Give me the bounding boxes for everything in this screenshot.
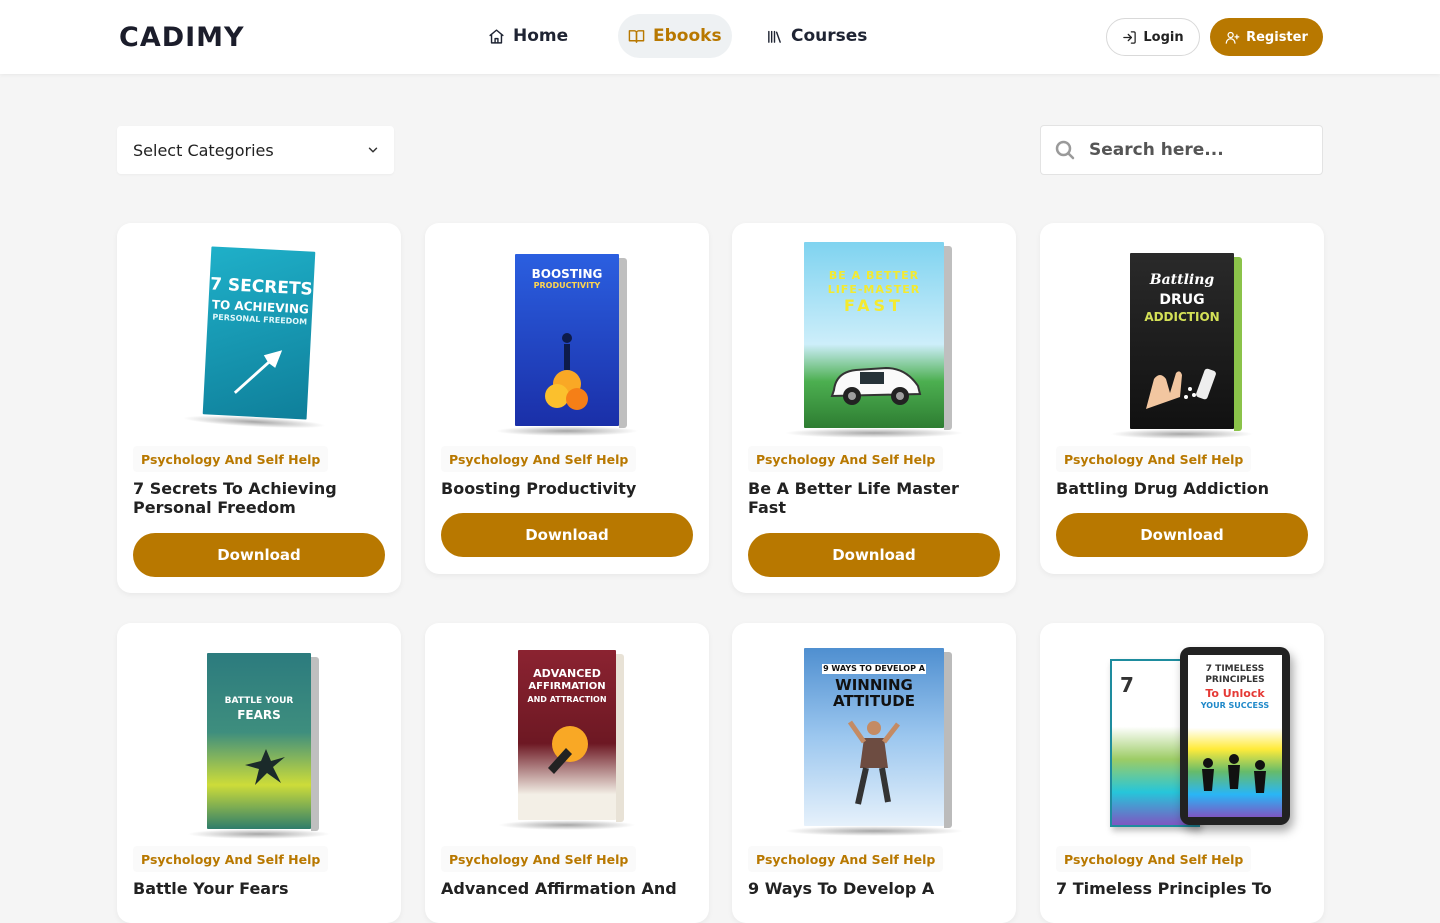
ebook-card: BATTLE YOUR FEARS Psychology And Self He…	[117, 623, 401, 923]
download-button[interactable]: Download	[748, 533, 1000, 577]
cover-line: AFFIRMATION	[528, 681, 606, 692]
category-select-value: Select Categories	[133, 140, 274, 160]
book-cover-image[interactable]: BATTLE YOUR FEARS	[117, 623, 401, 843]
ebook-title[interactable]: Boosting Productivity	[441, 479, 693, 498]
search-icon	[1055, 140, 1075, 160]
login-label: Login	[1143, 29, 1184, 45]
cover-line: WINNING ATTITUDE	[833, 676, 915, 710]
cover-line: Battling	[1149, 272, 1215, 288]
nav-home-label: Home	[513, 26, 569, 46]
login-button[interactable]: Login	[1106, 18, 1200, 56]
ebook-title[interactable]: Be A Better Life Master Fast	[748, 479, 1000, 517]
category-select[interactable]: Select Categories	[117, 126, 394, 174]
category-badge[interactable]: Psychology And Self Help	[1056, 446, 1252, 472]
category-badge[interactable]: Psychology And Self Help	[441, 446, 637, 472]
cover-line: PRODUCTIVITY	[533, 281, 601, 290]
cover-line: 7 TIMELESS	[1205, 664, 1265, 674]
cover-line: 9 WAYS TO DEVELOP A	[822, 664, 926, 675]
download-button[interactable]: Download	[1056, 513, 1308, 557]
ebook-card: BOOSTING PRODUCTIVITY Psychology And Sel…	[425, 223, 709, 574]
library-icon	[768, 30, 781, 43]
nav-courses[interactable]: Courses	[756, 14, 877, 58]
nav-home[interactable]: Home	[478, 14, 578, 58]
book-cover-image[interactable]: 7 7 TIMELESS PRINCIPLES To Unlock YOUR S…	[1040, 623, 1324, 843]
category-badge[interactable]: Psychology And Self Help	[441, 846, 637, 872]
cover-line: LIFE-MASTER	[827, 283, 921, 296]
top-navbar: CADIMY Home Ebooks Courses Login Registe…	[0, 0, 1440, 74]
cover-line: PRINCIPLES	[1205, 675, 1265, 685]
main-nav: Home Ebooks Courses	[478, 14, 867, 58]
book-cover-image[interactable]: BOOSTING PRODUCTIVITY	[425, 223, 709, 443]
cover-line: BOOSTING	[531, 267, 603, 281]
user-plus-icon	[1225, 31, 1240, 44]
cadimy-logo[interactable]: CADIMY	[119, 21, 245, 53]
cover-line: BATTLE YOUR	[224, 696, 294, 706]
ebook-title[interactable]: 7 Secrets To Achieving Personal Freedom	[133, 479, 385, 517]
book-open-icon	[628, 29, 645, 43]
search-input[interactable]	[1089, 140, 1289, 160]
ebook-card: 7 7 TIMELESS PRINCIPLES To Unlock YOUR S…	[1040, 623, 1324, 923]
cover-line: FEARS	[237, 708, 281, 722]
cover-line: BE A BETTER	[828, 269, 920, 282]
ebook-title[interactable]: 7 Timeless Principles To	[1056, 879, 1308, 898]
book-cover-image[interactable]: 9 WAYS TO DEVELOP A WINNING ATTITUDE	[732, 623, 1016, 843]
ebook-card: 7 SECRETS TO ACHIEVING PERSONAL FREEDOM …	[117, 223, 401, 593]
cover-line: YOUR SUCCESS	[1200, 701, 1270, 710]
search-box	[1040, 125, 1323, 175]
download-button[interactable]: Download	[441, 513, 693, 557]
book-cover-image[interactable]: 7 SECRETS TO ACHIEVING PERSONAL FREEDOM	[117, 223, 401, 443]
nav-ebooks[interactable]: Ebooks	[618, 14, 732, 58]
category-badge[interactable]: Psychology And Self Help	[133, 846, 329, 872]
ebook-card: ADVANCED AFFIRMATION AND ATTRACTION Psyc…	[425, 623, 709, 923]
ebook-card: BE A BETTER LIFE-MASTER FAST Psychology …	[732, 223, 1016, 593]
category-badge[interactable]: Psychology And Self Help	[748, 846, 944, 872]
book-cover-image[interactable]: BE A BETTER LIFE-MASTER FAST	[732, 223, 1016, 443]
category-badge[interactable]: Psychology And Self Help	[133, 446, 329, 472]
register-button[interactable]: Register	[1210, 18, 1323, 56]
chevron-down-icon	[368, 147, 378, 153]
book-cover-image[interactable]: ADVANCED AFFIRMATION AND ATTRACTION	[425, 623, 709, 843]
ebook-title[interactable]: Advanced Affirmation And	[441, 879, 693, 898]
ebook-title[interactable]: Battling Drug Addiction	[1056, 479, 1308, 498]
login-icon	[1123, 30, 1137, 44]
nav-courses-label: Courses	[791, 26, 868, 46]
cover-line: 7 SECRETS	[209, 274, 314, 300]
cover-line: AND ATTRACTION	[527, 695, 607, 704]
category-badge[interactable]: Psychology And Self Help	[1056, 846, 1252, 872]
book-cover-image[interactable]: Battling DRUG ADDICTION	[1040, 223, 1324, 443]
ebook-title[interactable]: 9 Ways To Develop A	[748, 879, 1000, 898]
home-icon	[489, 28, 504, 44]
download-button[interactable]: Download	[133, 533, 385, 577]
cover-line: ADVANCED	[533, 667, 601, 680]
category-badge[interactable]: Psychology And Self Help	[748, 446, 944, 472]
register-label: Register	[1246, 29, 1308, 45]
cover-line: To Unlock	[1205, 687, 1265, 700]
cover-line: ADDICTION	[1144, 310, 1220, 324]
ebook-card: Battling DRUG ADDICTION Psychology And S…	[1040, 223, 1324, 574]
ebook-title[interactable]: Battle Your Fears	[133, 879, 385, 898]
cover-line: FAST	[844, 296, 904, 315]
cover-line: DRUG	[1159, 292, 1205, 308]
nav-ebooks-label: Ebooks	[653, 26, 722, 46]
ebook-card: 9 WAYS TO DEVELOP A WINNING ATTITUDE Psy…	[732, 623, 1016, 923]
logo-text: CADIMY	[119, 21, 245, 53]
